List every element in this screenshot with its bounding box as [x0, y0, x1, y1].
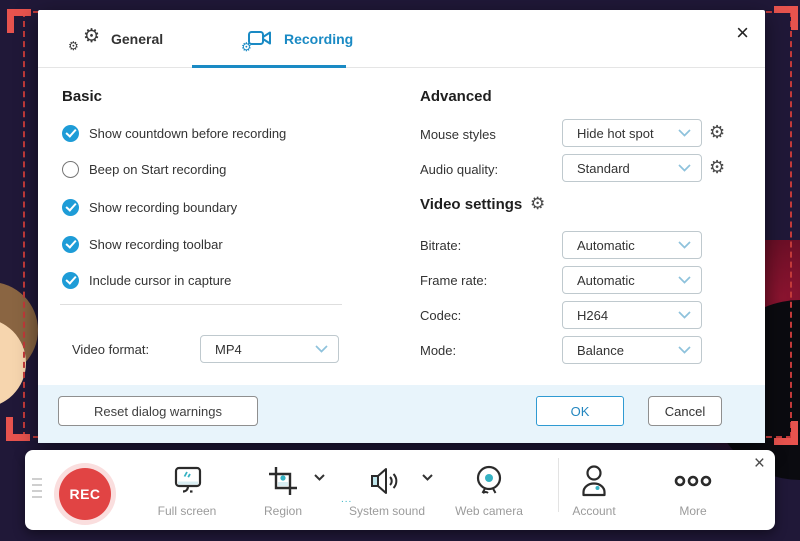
dropdown-value: Standard	[577, 160, 630, 176]
dialog-close-icon[interactable]: ×	[736, 22, 749, 44]
settings-dialog: ⚙ ⚙ General ⚙ Recording × Basic Show cou…	[38, 10, 765, 443]
tab-recording[interactable]: ⚙ Recording	[241, 10, 354, 68]
toolbar-item-system-sound[interactable]: ... System sound	[339, 460, 435, 518]
chevron-down-icon	[678, 311, 691, 319]
option-label: Show countdown before recording	[89, 125, 287, 141]
dropdown-value: Balance	[577, 342, 624, 358]
codec-label: Codec:	[420, 308, 462, 323]
drag-handle[interactable]	[32, 478, 42, 502]
chevron-down-icon	[678, 241, 691, 249]
video-settings-gear-icon[interactable]: ⚙	[530, 196, 545, 213]
option-beep-on-start[interactable]: Beep on Start recording	[62, 160, 226, 178]
boundary-corner-bottom-left[interactable]	[6, 417, 30, 441]
option-label: Include cursor in capture	[89, 272, 232, 288]
cancel-button[interactable]: Cancel	[648, 396, 722, 426]
video-format-dropdown[interactable]: MP4	[200, 335, 339, 363]
account-icon	[582, 465, 606, 497]
option-include-cursor[interactable]: Include cursor in capture	[62, 271, 231, 289]
mode-dropdown[interactable]: Balance	[562, 336, 702, 364]
toolbar-item-label: Account	[572, 504, 616, 518]
mouse-styles-settings-icon[interactable]: ⚙	[709, 124, 725, 142]
option-show-toolbar[interactable]: Show recording toolbar	[62, 235, 223, 253]
web-camera-icon	[476, 465, 502, 494]
boundary-corner-top-left[interactable]	[7, 9, 31, 33]
video-format-label: Video format:	[72, 342, 150, 357]
system-sound-icon	[371, 468, 398, 494]
toolbar-item-full-screen[interactable]: Full screen	[139, 460, 235, 518]
chevron-down-icon[interactable]	[422, 474, 433, 481]
checkbox-icon[interactable]	[62, 198, 79, 216]
dropdown-value: Automatic	[577, 272, 635, 288]
audio-quality-settings-icon[interactable]: ⚙	[709, 159, 725, 177]
advanced-heading: Advanced	[420, 88, 492, 105]
toolbar-item-label: Region	[263, 504, 303, 518]
frame-rate-dropdown[interactable]: Automatic	[562, 266, 702, 294]
bitrate-label: Bitrate:	[420, 238, 462, 253]
codec-dropdown[interactable]: H264	[562, 301, 702, 329]
option-show-countdown[interactable]: Show countdown before recording	[62, 124, 286, 142]
more-icon	[674, 475, 712, 487]
dropdown-value: Automatic	[577, 237, 635, 253]
audio-quality-dropdown[interactable]: Standard	[562, 154, 702, 182]
option-label: Show recording boundary	[89, 199, 238, 215]
dropdown-value: H264	[577, 307, 609, 323]
tab-general-label: General	[111, 31, 164, 47]
toolbar-item-label: Web camera	[455, 504, 523, 518]
basic-heading: Basic	[62, 88, 103, 105]
active-tab-underline	[192, 65, 346, 68]
checkbox-icon[interactable]	[62, 271, 79, 289]
recorder-toolbar: REC Full screen Region ... System sound …	[25, 450, 775, 530]
mouse-styles-label: Mouse styles	[420, 127, 496, 142]
video-camera-icon: ⚙	[241, 27, 275, 53]
dialog-footer: Reset dialog warnings OK Cancel	[38, 385, 765, 443]
chevron-down-icon	[315, 345, 328, 353]
option-label: Beep on Start recording	[89, 161, 227, 177]
audio-quality-label: Audio quality:	[420, 162, 499, 177]
reset-dialog-warnings-button[interactable]: Reset dialog warnings	[58, 396, 258, 426]
ok-button[interactable]: OK	[536, 396, 624, 426]
dialog-header: ⚙ ⚙ General ⚙ Recording ×	[38, 10, 765, 68]
region-icon	[269, 467, 297, 495]
toolbar-item-more[interactable]: More	[645, 460, 741, 518]
toolbar-item-label: System sound	[348, 504, 426, 518]
checkbox-icon[interactable]	[62, 235, 79, 253]
chevron-down-icon	[678, 129, 691, 137]
gears-icon: ⚙ ⚙	[68, 25, 100, 53]
chevron-down-icon[interactable]	[314, 474, 325, 481]
toolbar-close-icon[interactable]: ×	[754, 454, 765, 473]
bitrate-dropdown[interactable]: Automatic	[562, 231, 702, 259]
divider	[60, 304, 342, 305]
toolbar-item-region[interactable]: Region	[235, 460, 331, 518]
video-settings-heading: Video settings	[420, 196, 523, 213]
mode-label: Mode:	[420, 343, 457, 358]
boundary-corner-top-right[interactable]	[774, 6, 798, 30]
chevron-down-icon	[678, 164, 691, 172]
dropdown-value: Hide hot spot	[577, 125, 654, 141]
full-screen-icon	[174, 466, 202, 493]
mouse-styles-dropdown[interactable]: Hide hot spot	[562, 119, 702, 147]
option-show-boundary[interactable]: Show recording boundary	[62, 198, 237, 216]
rec-button-label: REC	[69, 486, 101, 502]
option-label: Show recording toolbar	[89, 236, 223, 252]
toolbar-item-label: More	[679, 504, 707, 518]
toolbar-item-account[interactable]: Account	[546, 460, 642, 518]
screen: ⚙ ⚙ General ⚙ Recording × Basic Show cou…	[0, 0, 800, 541]
tab-recording-label: Recording	[284, 31, 354, 47]
frame-rate-label: Frame rate:	[420, 273, 488, 288]
dropdown-value: MP4	[215, 341, 242, 357]
tab-general[interactable]: ⚙ ⚙ General	[68, 10, 163, 68]
boundary-corner-bottom-right[interactable]	[774, 421, 798, 445]
toolbar-item-web-camera[interactable]: Web camera	[441, 460, 537, 518]
toolbar-item-label: Full screen	[157, 504, 217, 518]
rec-button[interactable]: REC	[59, 468, 111, 520]
chevron-down-icon	[678, 346, 691, 354]
checkbox-icon[interactable]	[62, 124, 79, 142]
checkbox-icon[interactable]	[62, 160, 79, 178]
chevron-down-icon	[678, 276, 691, 284]
